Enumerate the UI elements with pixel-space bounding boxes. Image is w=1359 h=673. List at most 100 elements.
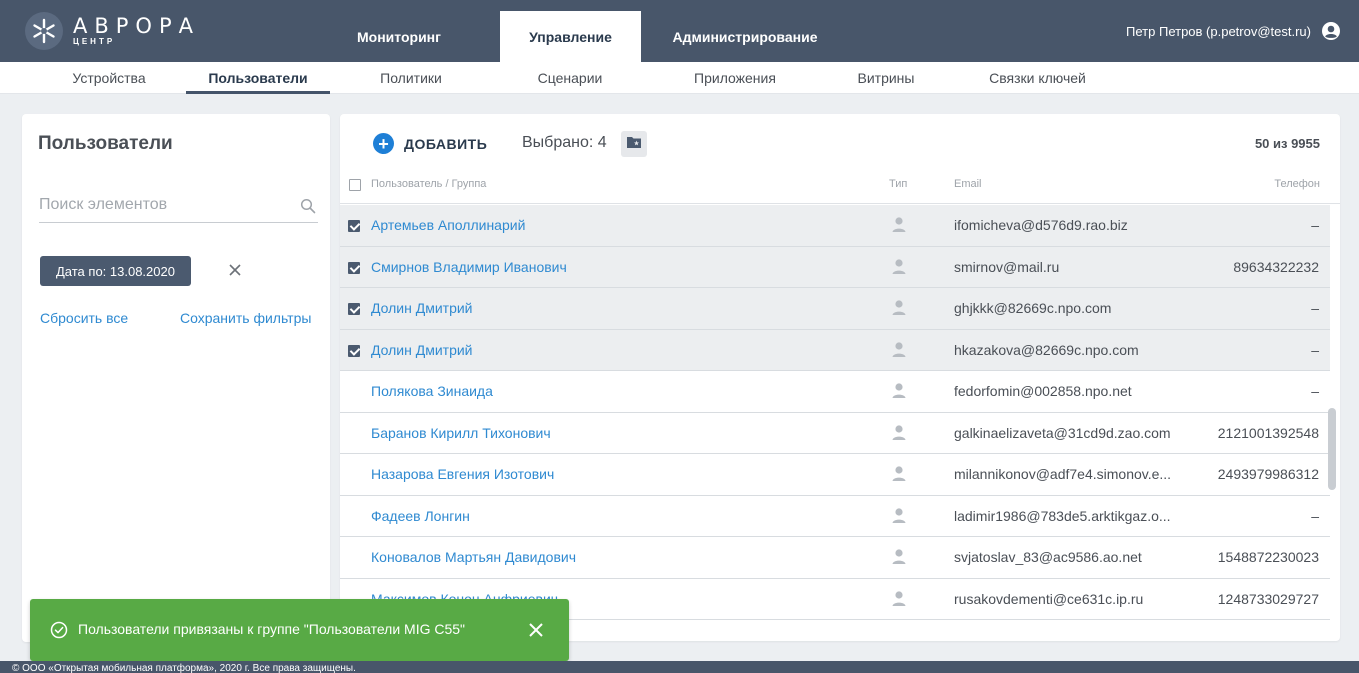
close-icon[interactable] — [527, 621, 545, 639]
user-name-link[interactable]: Фадеев Лонгин — [371, 508, 470, 524]
search-box — [39, 192, 318, 223]
subnav-scenarios[interactable]: Сценарии — [500, 62, 640, 94]
subnav-applications[interactable]: Приложения — [660, 62, 810, 94]
user-email: svjatoslav_83@ac9586.ao.net — [954, 549, 1142, 565]
search-icon[interactable] — [300, 198, 316, 214]
row-checkbox[interactable] — [348, 219, 360, 235]
column-phone[interactable]: Телефон — [1274, 178, 1320, 190]
subnav-showcases[interactable]: Витрины — [826, 62, 946, 94]
panel-title: Пользователи — [38, 133, 173, 154]
add-button-label: ДОБАВИТЬ — [404, 135, 488, 152]
table-row[interactable]: Фадеев Лонгин ladimir1986@783de5.arktikga… — [340, 496, 1330, 537]
select-all-checkbox[interactable] — [349, 179, 361, 194]
logo-title: АВРОРА — [73, 14, 200, 38]
tab-monitoring[interactable]: Мониторинг — [335, 11, 463, 62]
user-name-link[interactable]: Полякова Зинаида — [371, 383, 493, 399]
user-menu[interactable]: Петр Петров (p.petrov@test.ru) — [1126, 0, 1341, 62]
user-type-icon — [891, 299, 907, 317]
user-name-link[interactable]: Долин Дмитрий — [371, 342, 473, 358]
user-email: ifomicheva@d576d9.rao.biz — [954, 217, 1128, 233]
column-type[interactable]: Тип — [889, 178, 907, 190]
table-row[interactable]: Коновалов Мартьян Давидович svjatoslav_83… — [340, 537, 1330, 579]
tab-administration[interactable]: Администрирование — [660, 11, 830, 62]
user-type-icon — [891, 258, 907, 276]
table-row[interactable]: Смирнов Владимир Иванович smirnov@mail.ru… — [340, 246, 1330, 288]
save-filters-link[interactable]: Сохранить фильтры — [180, 310, 311, 326]
user-type-icon — [891, 216, 907, 234]
table-row[interactable]: Баранов Кирилл Тихонович galkinaelizaveta… — [340, 413, 1330, 454]
user-phone: – — [1311, 217, 1319, 233]
user-name-link[interactable]: Артемьев Аполлинарий — [371, 217, 525, 233]
subnav-devices[interactable]: Устройства — [38, 62, 180, 94]
row-checkbox[interactable] — [348, 261, 360, 277]
user-type-icon — [891, 507, 907, 525]
user-name-link[interactable]: Баранов Кирилл Тихонович — [371, 425, 551, 441]
user-type-icon — [891, 465, 907, 483]
user-name-link[interactable]: Назарова Евгения Изотович — [371, 466, 554, 482]
toast-message: Пользователи привязаны к группе "Пользов… — [78, 621, 466, 637]
user-phone: – — [1311, 383, 1319, 399]
add-button[interactable]: + ДОБАВИТЬ — [373, 133, 487, 154]
user-phone: – — [1311, 507, 1319, 524]
search-input[interactable] — [39, 192, 284, 214]
check-circle-icon — [50, 621, 68, 639]
top-bar: АВРОРА ЦЕНТР Мониторинг Управление Админ… — [0, 0, 1359, 62]
user-phone: – — [1311, 341, 1319, 358]
logo[interactable]: АВРОРА ЦЕНТР — [25, 12, 200, 50]
user-email: fedorfomin@002858.npo.net — [954, 383, 1132, 399]
user-email: ladimir1986@783de5.arktikgaz.o... — [954, 507, 1171, 524]
table-row[interactable]: Долин Дмитрий hkazakova@82669c.npo.com – — [340, 329, 1330, 371]
table-row[interactable]: Артемьев Аполлинарий ifomicheva@d576d9.ra… — [340, 205, 1330, 247]
sub-navigation: Устройства Пользователи Политики Сценари… — [0, 62, 1359, 94]
column-email[interactable]: Email — [954, 178, 982, 190]
user-type-icon — [891, 341, 907, 359]
success-toast: Пользователи привязаны к группе "Пользов… — [30, 599, 569, 661]
table-body: Артемьев Аполлинарий ifomicheva@d576d9.ra… — [340, 205, 1330, 620]
user-name: Петр Петров (p.petrov@test.ru) — [1126, 23, 1311, 39]
table-row[interactable]: Полякова Зинаида fedorfomin@002858.npo.ne… — [340, 371, 1330, 413]
user-email: galkinaelizaveta@31cd9d.zao.com — [954, 424, 1171, 441]
user-name-link[interactable]: Долин Дмитрий — [371, 300, 473, 316]
tab-management[interactable]: Управление — [500, 11, 641, 62]
logo-subtitle: ЦЕНТР — [73, 37, 116, 46]
filter-panel: Пользователи Дата по: 13.08.2020 Сбросит… — [22, 114, 330, 642]
footer: © ООО «Открытая мобильная платформа», 20… — [0, 661, 1359, 673]
user-type-icon — [891, 382, 907, 400]
reset-filters-link[interactable]: Сбросить все — [40, 310, 128, 326]
user-phone: 89634322232 — [1233, 258, 1319, 275]
user-phone: 1248733029727 — [1217, 590, 1319, 607]
user-phone: – — [1311, 300, 1319, 316]
table-row[interactable]: Долин Дмитрий ghjkkk@82669c.npo.com – — [340, 288, 1330, 330]
subnav-keychains[interactable]: Связки ключей — [955, 62, 1120, 94]
date-filter-chip[interactable]: Дата по: 13.08.2020 — [40, 256, 191, 286]
user-name-link[interactable]: Смирнов Владимир Иванович — [371, 259, 567, 275]
user-email: rusakovdementi@ce631c.ip.ru — [954, 590, 1144, 607]
account-icon — [1321, 21, 1341, 41]
user-email: hkazakova@82669c.npo.com — [954, 341, 1139, 358]
folder-icon — [626, 135, 642, 154]
column-user[interactable]: Пользователь / Группа — [371, 178, 486, 190]
user-name-link[interactable]: Коновалов Мартьян Давидович — [371, 549, 576, 565]
user-phone: 2493979986312 — [1217, 466, 1319, 482]
row-checkbox[interactable] — [348, 302, 360, 318]
user-type-icon — [891, 424, 907, 442]
user-phone: 2121001392548 — [1217, 424, 1319, 441]
subnav-policies[interactable]: Политики — [346, 62, 476, 94]
aurora-logo-icon — [25, 12, 63, 50]
add-icon: + — [373, 133, 394, 154]
user-email: smirnov@mail.ru — [954, 258, 1060, 275]
subnav-users[interactable]: Пользователи — [186, 62, 330, 94]
remove-filter-icon[interactable] — [228, 263, 242, 277]
users-table-panel: + ДОБАВИТЬ Выбрано: 4 50 из 9955 Пользов… — [340, 114, 1340, 641]
table-row[interactable]: Назарова Евгения Изотович milannikonov@ad… — [340, 454, 1330, 496]
user-email: ghjkkk@82669c.npo.com — [954, 300, 1112, 316]
table-scrollbar[interactable] — [1328, 408, 1336, 490]
row-checkbox[interactable] — [348, 344, 360, 360]
user-type-icon — [891, 548, 907, 566]
selected-count: Выбрано: 4 — [522, 134, 607, 151]
user-email: milannikonov@adf7e4.simonov.e... — [954, 466, 1172, 482]
add-to-group-button[interactable] — [621, 131, 647, 157]
user-phone: 1548872230023 — [1217, 549, 1319, 565]
user-type-icon — [891, 590, 907, 608]
result-count: 50 из 9955 — [1254, 136, 1320, 151]
